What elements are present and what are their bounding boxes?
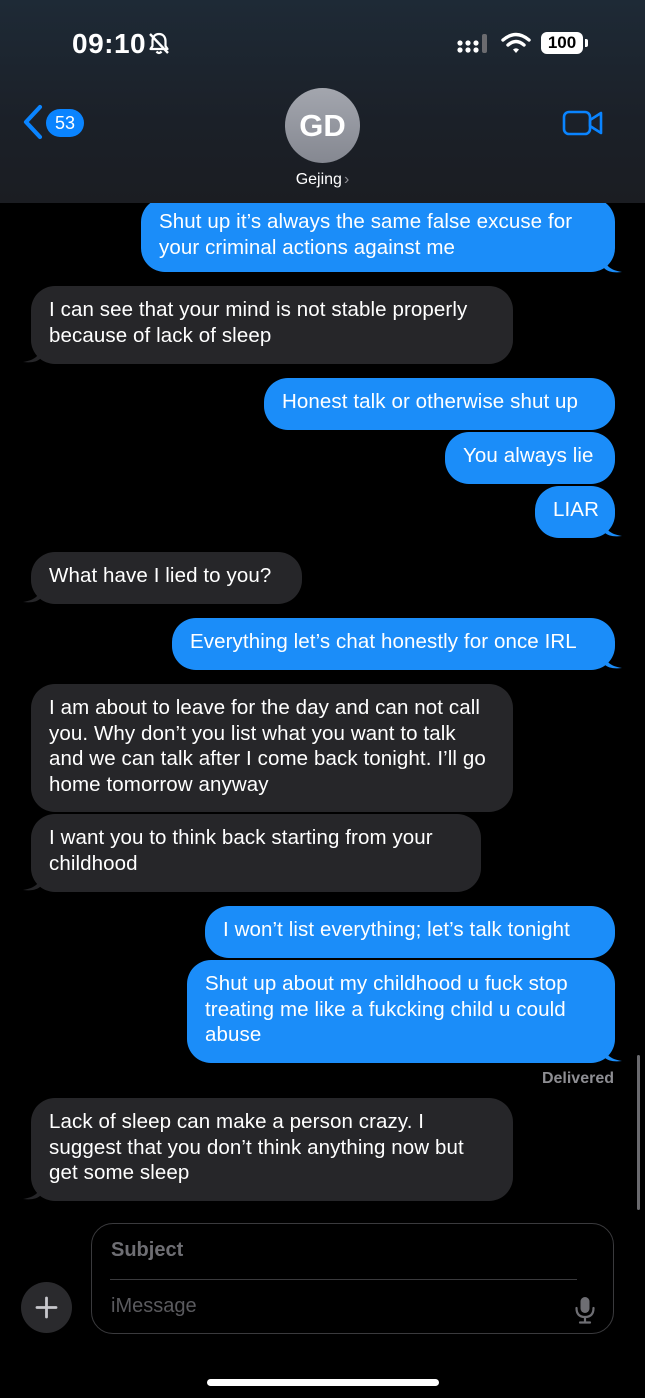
cellular-signal-icon <box>457 34 491 59</box>
battery-indicator: 100 <box>541 32 583 54</box>
sent-message-bubble[interactable]: I won’t list everything; let’s talk toni… <box>205 906 615 958</box>
contact-avatar[interactable]: GD <box>285 88 360 163</box>
battery-cap <box>585 39 588 47</box>
received-bubble-tail <box>23 876 41 891</box>
microphone-icon[interactable] <box>574 1295 596 1330</box>
received-bubble-tail <box>23 348 41 363</box>
unread-count-badge[interactable]: 53 <box>46 109 84 137</box>
apps-plus-button[interactable] <box>21 1282 72 1333</box>
message-thread[interactable]: Shut up it’s always the same false excus… <box>0 203 645 1220</box>
video-call-icon[interactable] <box>562 108 604 143</box>
received-message-bubble[interactable]: Lack of sleep can make a person crazy. I… <box>31 1098 513 1201</box>
sent-message-bubble[interactable]: Honest talk or otherwise shut up <box>264 378 615 430</box>
chevron-right-icon: › <box>343 171 350 188</box>
sent-bubble-tail <box>604 522 622 537</box>
sent-message-bubble[interactable]: You always lie <box>445 432 615 484</box>
delivery-status: Delivered <box>541 1070 614 1087</box>
message-input[interactable]: iMessage <box>111 1295 197 1318</box>
status-time: 09:10 <box>72 28 147 59</box>
sent-bubble-tail <box>604 1047 622 1062</box>
sent-bubble-tail <box>604 654 622 669</box>
received-message-bubble[interactable]: What have I lied to you? <box>31 552 302 604</box>
compose-divider <box>110 1279 577 1280</box>
sent-message-bubble[interactable]: Shut up it’s always the same false excus… <box>141 203 615 272</box>
received-bubble-tail <box>23 588 41 603</box>
sent-message-bubble[interactable]: Shut up about my childhood u fuck stop t… <box>187 960 615 1063</box>
subject-input[interactable]: Subject <box>111 1239 183 1262</box>
received-message-bubble[interactable]: I am about to leave for the day and can … <box>31 684 513 812</box>
contact-name-button[interactable]: Gejing › <box>0 171 645 189</box>
sent-bubble-tail <box>604 258 622 273</box>
contact-name: Gejing <box>295 171 342 188</box>
sent-message-bubble[interactable]: Everything let’s chat honestly for once … <box>172 618 615 670</box>
received-message-bubble[interactable]: I can see that your mind is not stable p… <box>31 286 513 364</box>
home-indicator[interactable] <box>207 1379 439 1386</box>
sent-message-bubble[interactable]: LIAR <box>535 486 615 538</box>
bell-muted-icon <box>148 32 170 61</box>
received-bubble-tail <box>23 1185 41 1200</box>
wifi-icon <box>501 32 531 59</box>
compose-field[interactable]: Subject iMessage <box>91 1223 614 1334</box>
scrollbar[interactable] <box>637 1055 640 1210</box>
conversation-header: 09:10 100 53 GD Gejing › <box>0 0 645 203</box>
plus-icon <box>35 1296 58 1319</box>
back-chevron-icon[interactable] <box>22 104 44 145</box>
received-message-bubble[interactable]: I want you to think back starting from y… <box>31 814 481 892</box>
